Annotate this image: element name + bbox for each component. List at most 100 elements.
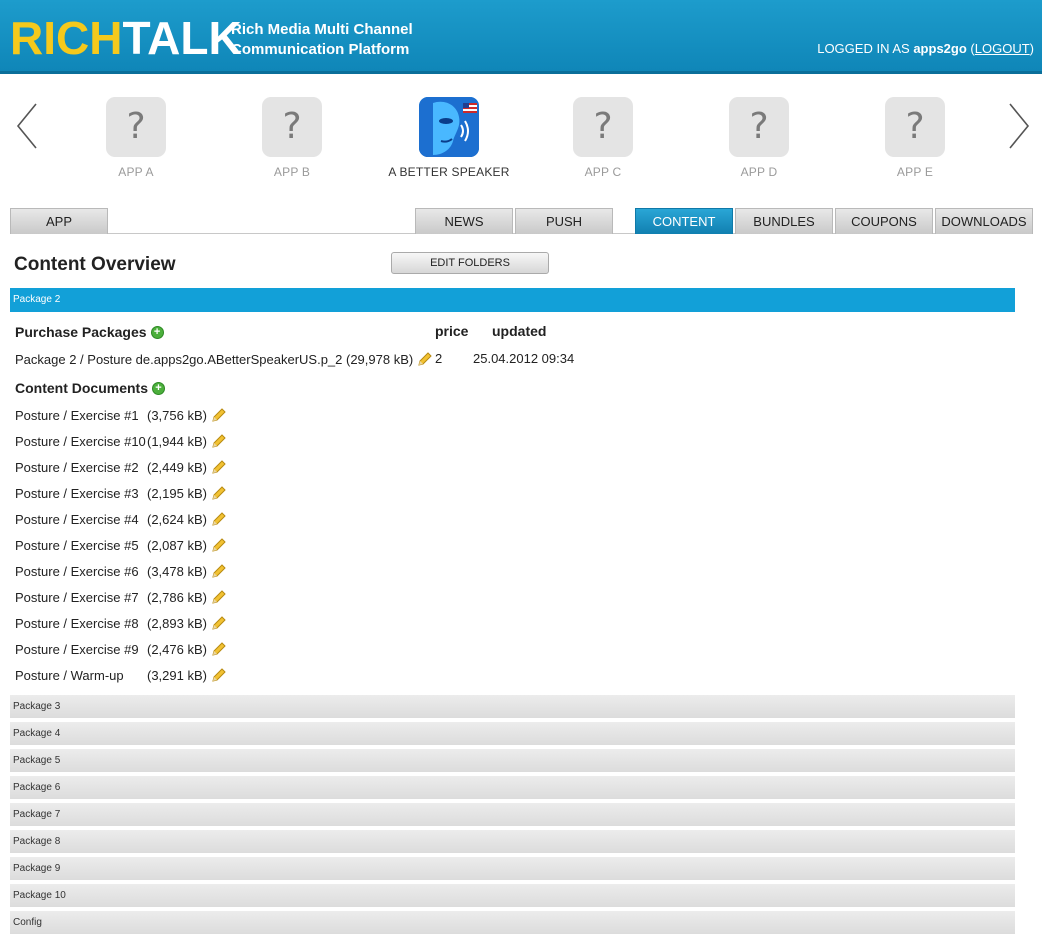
document-name: Posture / Exercise #4 bbox=[15, 512, 139, 527]
purchase-package-row: Package 2 / Posture de.apps2go.ABetterSp… bbox=[15, 351, 433, 367]
question-mark-icon: ? bbox=[106, 97, 166, 157]
app-tile-c[interactable]: ? APP C bbox=[528, 97, 678, 179]
pencil-icon[interactable] bbox=[211, 433, 227, 449]
tab-app[interactable]: APP bbox=[10, 208, 108, 234]
page-title: Content Overview bbox=[14, 254, 176, 275]
pencil-icon[interactable] bbox=[211, 589, 227, 605]
speaker-face-icon bbox=[419, 97, 479, 157]
document-row: Posture / Exercise #3 (2,195 kB) bbox=[15, 485, 227, 501]
app-label: APP A bbox=[118, 165, 154, 179]
login-status: LOGGED IN AS apps2go (LOGOUT) bbox=[817, 41, 1034, 56]
username: apps2go bbox=[913, 41, 967, 56]
document-size: (2,449 kB) bbox=[147, 460, 207, 475]
app-tile-e[interactable]: ? APP E bbox=[840, 97, 990, 179]
question-mark-icon: ? bbox=[573, 97, 633, 157]
purchase-packages-label: Purchase Packages bbox=[15, 324, 147, 340]
document-name: Posture / Exercise #5 bbox=[15, 538, 139, 553]
document-row: Posture / Exercise #4 (2,624 kB) bbox=[15, 511, 227, 527]
purchase-package-name: Package 2 / Posture de.apps2go.ABetterSp… bbox=[15, 352, 414, 367]
package-bar-collapsed[interactable]: Package 8 bbox=[10, 830, 1015, 854]
tab-push[interactable]: PUSH bbox=[515, 208, 613, 234]
document-row: Posture / Exercise #1 (3,756 kB) bbox=[15, 407, 227, 423]
pencil-icon[interactable] bbox=[211, 563, 227, 579]
price-column-header: price bbox=[435, 323, 469, 339]
tab-bundles[interactable]: BUNDLES bbox=[735, 208, 833, 234]
package-bar-collapsed[interactable]: Package 6 bbox=[10, 776, 1015, 800]
app-label: APP D bbox=[740, 165, 778, 179]
question-mark-icon: ? bbox=[262, 97, 322, 157]
tagline: Rich Media Multi Channel Communication P… bbox=[231, 20, 451, 60]
pencil-icon[interactable] bbox=[211, 537, 227, 553]
logout-link[interactable]: LOGOUT bbox=[975, 41, 1030, 56]
document-size: (2,476 kB) bbox=[147, 642, 207, 657]
document-size: (2,786 kB) bbox=[147, 590, 207, 605]
package-bar-collapsed[interactable]: Package 3 bbox=[10, 695, 1015, 719]
purchase-package-updated: 25.04.2012 09:34 bbox=[473, 351, 575, 366]
header-bar: RICHTALK Rich Media Multi Channel Commun… bbox=[0, 0, 1042, 74]
document-row: Posture / Warm-up (3,291 kB) bbox=[15, 667, 227, 683]
app-tile-a-better-speaker[interactable]: A BETTER SPEAKER bbox=[374, 97, 524, 179]
document-name: Posture / Exercise #9 bbox=[15, 642, 139, 657]
tagline-line-2: Communication Platform bbox=[231, 41, 410, 58]
pencil-icon[interactable] bbox=[211, 485, 227, 501]
document-size: (3,478 kB) bbox=[147, 564, 207, 579]
document-row: Posture / Exercise #5 (2,087 kB) bbox=[15, 537, 227, 553]
content-documents-label: Content Documents bbox=[15, 380, 148, 396]
document-row: Posture / Exercise #2 (2,449 kB) bbox=[15, 459, 227, 475]
document-row: Posture / Exercise #7 (2,786 kB) bbox=[15, 589, 227, 605]
document-name: Posture / Exercise #3 bbox=[15, 486, 139, 501]
tab-news[interactable]: NEWS bbox=[415, 208, 513, 234]
pencil-icon[interactable] bbox=[211, 511, 227, 527]
document-name: Posture / Warm-up bbox=[15, 668, 124, 683]
document-name: Posture / Exercise #6 bbox=[15, 564, 139, 579]
app-label: A BETTER SPEAKER bbox=[388, 165, 510, 179]
package-bar-collapsed[interactable]: Package 4 bbox=[10, 722, 1015, 746]
package-bar-collapsed[interactable]: Config bbox=[10, 911, 1015, 935]
question-mark-icon: ? bbox=[729, 97, 789, 157]
app-label: APP E bbox=[896, 165, 934, 179]
document-size: (2,624 kB) bbox=[147, 512, 207, 527]
logo-rich: RICH bbox=[10, 12, 123, 64]
document-row: Posture / Exercise #8 (2,893 kB) bbox=[15, 615, 227, 631]
document-name: Posture / Exercise #1 bbox=[15, 408, 139, 423]
carousel-next-arrow-icon[interactable] bbox=[1004, 100, 1034, 152]
purchase-packages-heading: Purchase Packages + bbox=[15, 324, 164, 340]
richtalk-logo: RICHTALK bbox=[10, 12, 242, 64]
add-icon[interactable]: + bbox=[152, 382, 165, 395]
app-label: APP C bbox=[584, 165, 622, 179]
document-name: Posture / Exercise #2 bbox=[15, 460, 139, 475]
app-label: APP B bbox=[273, 165, 311, 179]
document-size: (2,087 kB) bbox=[147, 538, 207, 553]
add-icon[interactable]: + bbox=[150, 326, 164, 339]
document-name: Posture / Exercise #7 bbox=[15, 590, 139, 605]
tagline-line-1: Rich Media Multi Channel bbox=[231, 21, 413, 38]
pencil-icon[interactable] bbox=[211, 459, 227, 475]
carousel-prev-arrow-icon[interactable] bbox=[12, 100, 42, 152]
document-row: Posture / Exercise #6 (3,478 kB) bbox=[15, 563, 227, 579]
edit-folders-button[interactable]: EDIT FOLDERS bbox=[391, 252, 549, 274]
document-size: (2,893 kB) bbox=[147, 616, 207, 631]
pencil-icon[interactable] bbox=[211, 615, 227, 631]
package-bar-collapsed[interactable]: Package 7 bbox=[10, 803, 1015, 827]
app-tile-b[interactable]: ? APP B bbox=[217, 97, 367, 179]
document-size: (3,291 kB) bbox=[147, 668, 207, 683]
tab-content[interactable]: CONTENT bbox=[635, 208, 733, 234]
package-bar-collapsed[interactable]: Package 9 bbox=[10, 857, 1015, 881]
document-size: (2,195 kB) bbox=[147, 486, 207, 501]
tab-downloads[interactable]: DOWNLOADS bbox=[935, 208, 1033, 234]
package-bar-collapsed[interactable]: Package 5 bbox=[10, 749, 1015, 773]
pencil-icon[interactable] bbox=[211, 667, 227, 683]
package-bar-collapsed[interactable]: Package 10 bbox=[10, 884, 1015, 908]
package-bar-open[interactable]: Package 2 bbox=[10, 288, 1015, 312]
document-row: Posture / Exercise #10(1,944 kB) bbox=[15, 433, 227, 449]
app-tile-d[interactable]: ? APP D bbox=[684, 97, 834, 179]
app-tile-a[interactable]: ? APP A bbox=[61, 97, 211, 179]
document-size: (3,756 kB) bbox=[147, 408, 207, 423]
pencil-icon[interactable] bbox=[211, 407, 227, 423]
document-size: (1,944 kB) bbox=[147, 434, 207, 449]
logo-talk: TALK bbox=[122, 12, 242, 64]
document-row: Posture / Exercise #9 (2,476 kB) bbox=[15, 641, 227, 657]
pencil-icon[interactable] bbox=[417, 351, 433, 367]
pencil-icon[interactable] bbox=[211, 641, 227, 657]
tab-coupons[interactable]: COUPONS bbox=[835, 208, 933, 234]
